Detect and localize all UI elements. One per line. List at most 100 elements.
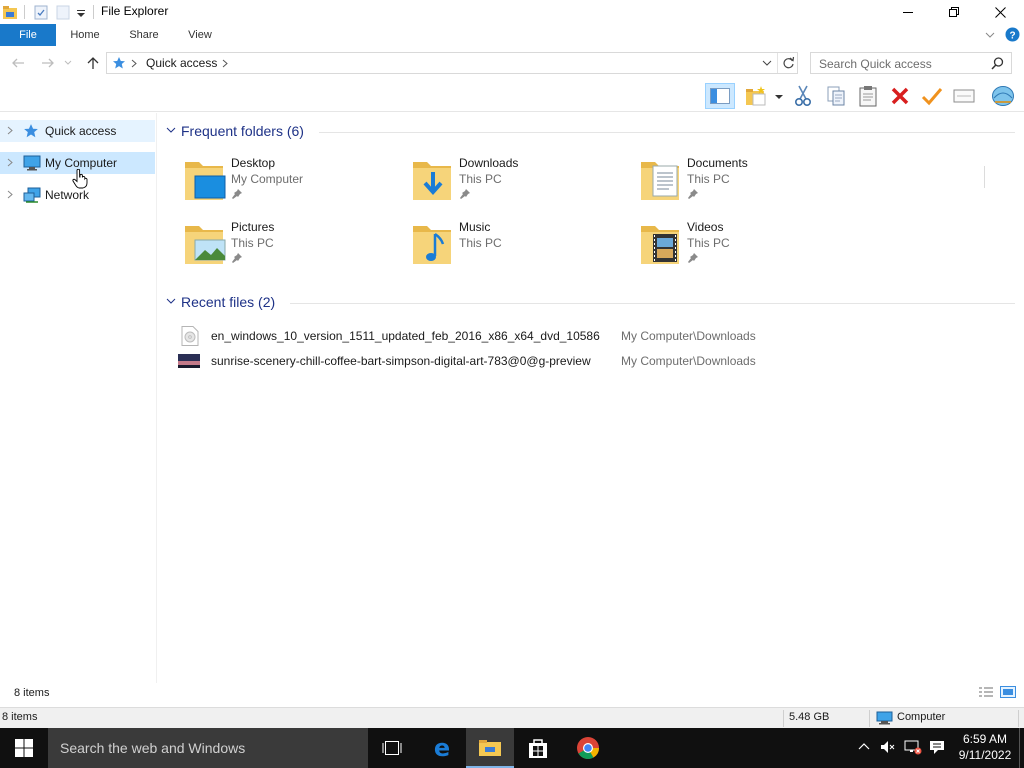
nav-label: Network	[45, 188, 90, 202]
status-bar: 8 items 5.48 GB Computer	[0, 707, 1024, 728]
large-icons-view-icon	[1000, 686, 1016, 698]
copy-button[interactable]	[823, 83, 849, 109]
folder-tile-pictures[interactable]: Pictures This PC	[181, 220, 401, 276]
details-view-icon	[979, 687, 993, 697]
expand-ribbon-chevron-icon[interactable]	[984, 29, 996, 41]
help-icon[interactable]: ?	[1005, 27, 1020, 42]
folder-tile-documents[interactable]: Documents This PC	[637, 156, 857, 212]
pin-icon[interactable]	[232, 189, 242, 199]
edge-taskbar-button[interactable]: e	[418, 728, 466, 768]
recent-file-row[interactable]: sunrise-scenery-chill-coffee-bart-simpso…	[178, 351, 1018, 373]
edge-icon: e	[434, 737, 450, 759]
recent-file-row[interactable]: en_windows_10_version_1511_updated_feb_2…	[178, 326, 1018, 348]
network-icon	[23, 187, 41, 203]
address-bar[interactable]: Quick access	[106, 52, 798, 74]
computer-icon	[23, 155, 41, 171]
status-free-space: 5.48 GB	[789, 711, 830, 723]
navigation-pane-icon	[710, 88, 730, 104]
ribbon-tabs: File Home Share View ?	[0, 24, 1024, 46]
back-button[interactable]	[10, 55, 26, 71]
pin-icon[interactable]	[688, 253, 698, 263]
tab-home[interactable]: Home	[63, 24, 107, 46]
star-icon	[23, 123, 39, 139]
search-icon[interactable]	[991, 57, 1004, 70]
folder-tile-downloads[interactable]: Downloads This PC	[409, 156, 629, 212]
file-explorer-taskbar-button[interactable]	[466, 728, 514, 768]
folder-tile-desktop[interactable]: Desktop My Computer	[181, 156, 401, 212]
volume-muted-icon[interactable]	[879, 739, 895, 755]
expand-chevron-icon[interactable]	[7, 126, 13, 135]
start-button[interactable]	[0, 728, 48, 768]
properties-icon[interactable]	[33, 3, 49, 21]
select-all-button[interactable]	[919, 83, 945, 109]
show-hidden-icons-chevron-icon[interactable]	[858, 742, 870, 750]
chrome-taskbar-button[interactable]	[564, 728, 612, 768]
expand-chevron-icon[interactable]	[7, 190, 13, 199]
nav-label: Quick access	[45, 124, 117, 138]
navigation-pane-button[interactable]	[705, 83, 735, 109]
videos-folder-icon	[637, 220, 683, 268]
refresh-icon[interactable]	[782, 56, 795, 70]
folder-location: This PC	[687, 236, 730, 250]
forward-button[interactable]	[40, 55, 56, 71]
expand-chevron-icon[interactable]	[7, 158, 13, 167]
store-taskbar-button[interactable]	[514, 728, 562, 768]
new-item-chevron-icon[interactable]	[775, 95, 783, 100]
breadcrumb-chevron-icon[interactable]	[222, 59, 228, 68]
taskbar-search-box[interactable]: Search the web and Windows	[48, 728, 368, 768]
collapse-chevron-icon[interactable]	[166, 298, 176, 305]
quick-access-star-icon	[112, 56, 126, 70]
title-bar: File Explorer	[0, 0, 1024, 24]
up-button[interactable]	[85, 55, 101, 71]
large-icons-view-button[interactable]	[1000, 686, 1016, 698]
tab-file[interactable]: File	[0, 24, 56, 46]
task-view-button[interactable]	[368, 728, 416, 768]
breadcrumb-chevron-icon[interactable]	[131, 59, 137, 68]
image-thumbnail-icon	[178, 354, 200, 368]
details-view-button[interactable]	[978, 686, 994, 698]
pin-icon[interactable]	[688, 189, 698, 199]
show-desktop-button[interactable]	[1019, 728, 1020, 768]
scissors-icon	[794, 85, 812, 107]
pin-icon[interactable]	[460, 189, 470, 199]
recent-file-location: My Computer\Downloads	[621, 354, 756, 368]
delete-button[interactable]	[887, 83, 913, 109]
recent-locations-button[interactable]	[63, 55, 73, 71]
minimize-icon	[903, 12, 913, 13]
folder-tile-music[interactable]: Music This PC	[409, 220, 629, 276]
address-history-chevron-icon[interactable]	[762, 59, 772, 67]
copy-icon	[827, 86, 845, 106]
close-button[interactable]	[977, 0, 1023, 24]
action-center-icon[interactable]	[929, 739, 945, 755]
tab-view[interactable]: View	[178, 24, 222, 46]
documents-folder-icon	[637, 156, 683, 204]
cut-button[interactable]	[790, 83, 816, 109]
folder-tile-videos[interactable]: Videos This PC	[637, 220, 857, 276]
rename-button[interactable]	[951, 83, 977, 109]
svg-text:?: ?	[1009, 31, 1015, 42]
search-box[interactable]: Search Quick access	[810, 52, 1012, 74]
new-folder-icon[interactable]	[55, 3, 71, 21]
tab-share[interactable]: Share	[122, 24, 166, 46]
frequent-folders-header[interactable]: Frequent folders (6)	[164, 123, 1016, 141]
recent-file-name: sunrise-scenery-chill-coffee-bart-simpso…	[211, 354, 591, 368]
breadcrumb-quick-access[interactable]: Quick access	[146, 56, 217, 70]
clipboard-icon	[859, 86, 877, 107]
collapse-chevron-icon[interactable]	[166, 127, 176, 134]
pin-icon[interactable]	[232, 253, 242, 263]
network-status-icon[interactable]	[904, 739, 922, 755]
taskbar-clock[interactable]: 6:59 AM 9/11/2022	[950, 731, 1020, 763]
restore-button[interactable]	[931, 0, 977, 24]
new-item-button[interactable]	[743, 83, 769, 109]
group-title: Recent files (2)	[181, 294, 276, 310]
minimize-button[interactable]	[885, 0, 931, 24]
paste-button[interactable]	[855, 83, 881, 109]
customize-qat-chevron-icon[interactable]	[75, 3, 87, 21]
explorer-app-icon[interactable]	[2, 3, 18, 21]
properties-button[interactable]	[990, 83, 1016, 109]
folder-name: Desktop	[231, 156, 276, 170]
chrome-icon	[577, 737, 599, 759]
checkmark-icon	[921, 88, 943, 106]
nav-item-quick-access[interactable]: Quick access	[0, 120, 155, 142]
recent-files-header[interactable]: Recent files (2)	[164, 294, 1016, 312]
